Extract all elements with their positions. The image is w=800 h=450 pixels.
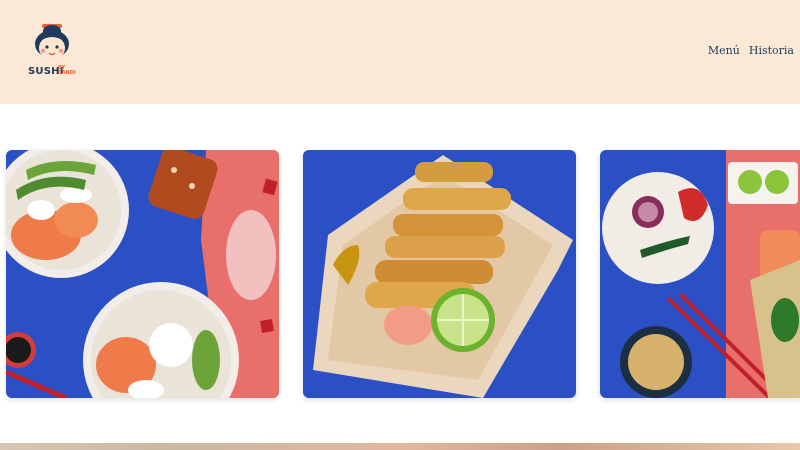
brand-tagline: BY CANDI [58,66,76,76]
main-nav: Menú Historia [708,44,794,57]
next-section-photo-strip [0,443,800,450]
nav-item-menu[interactable]: Menú [708,44,740,57]
fried-tempura-photo[interactable] [303,150,576,398]
site-header: SUSHI BY CANDI Menú Historia [0,0,800,104]
photo-gallery [0,150,800,398]
ingredients-photo[interactable] [600,150,800,398]
brand-tagline-bottom: CANDI [58,70,76,76]
poke-bowls-photo[interactable] [6,150,279,398]
nav-item-history[interactable]: Historia [749,44,794,57]
